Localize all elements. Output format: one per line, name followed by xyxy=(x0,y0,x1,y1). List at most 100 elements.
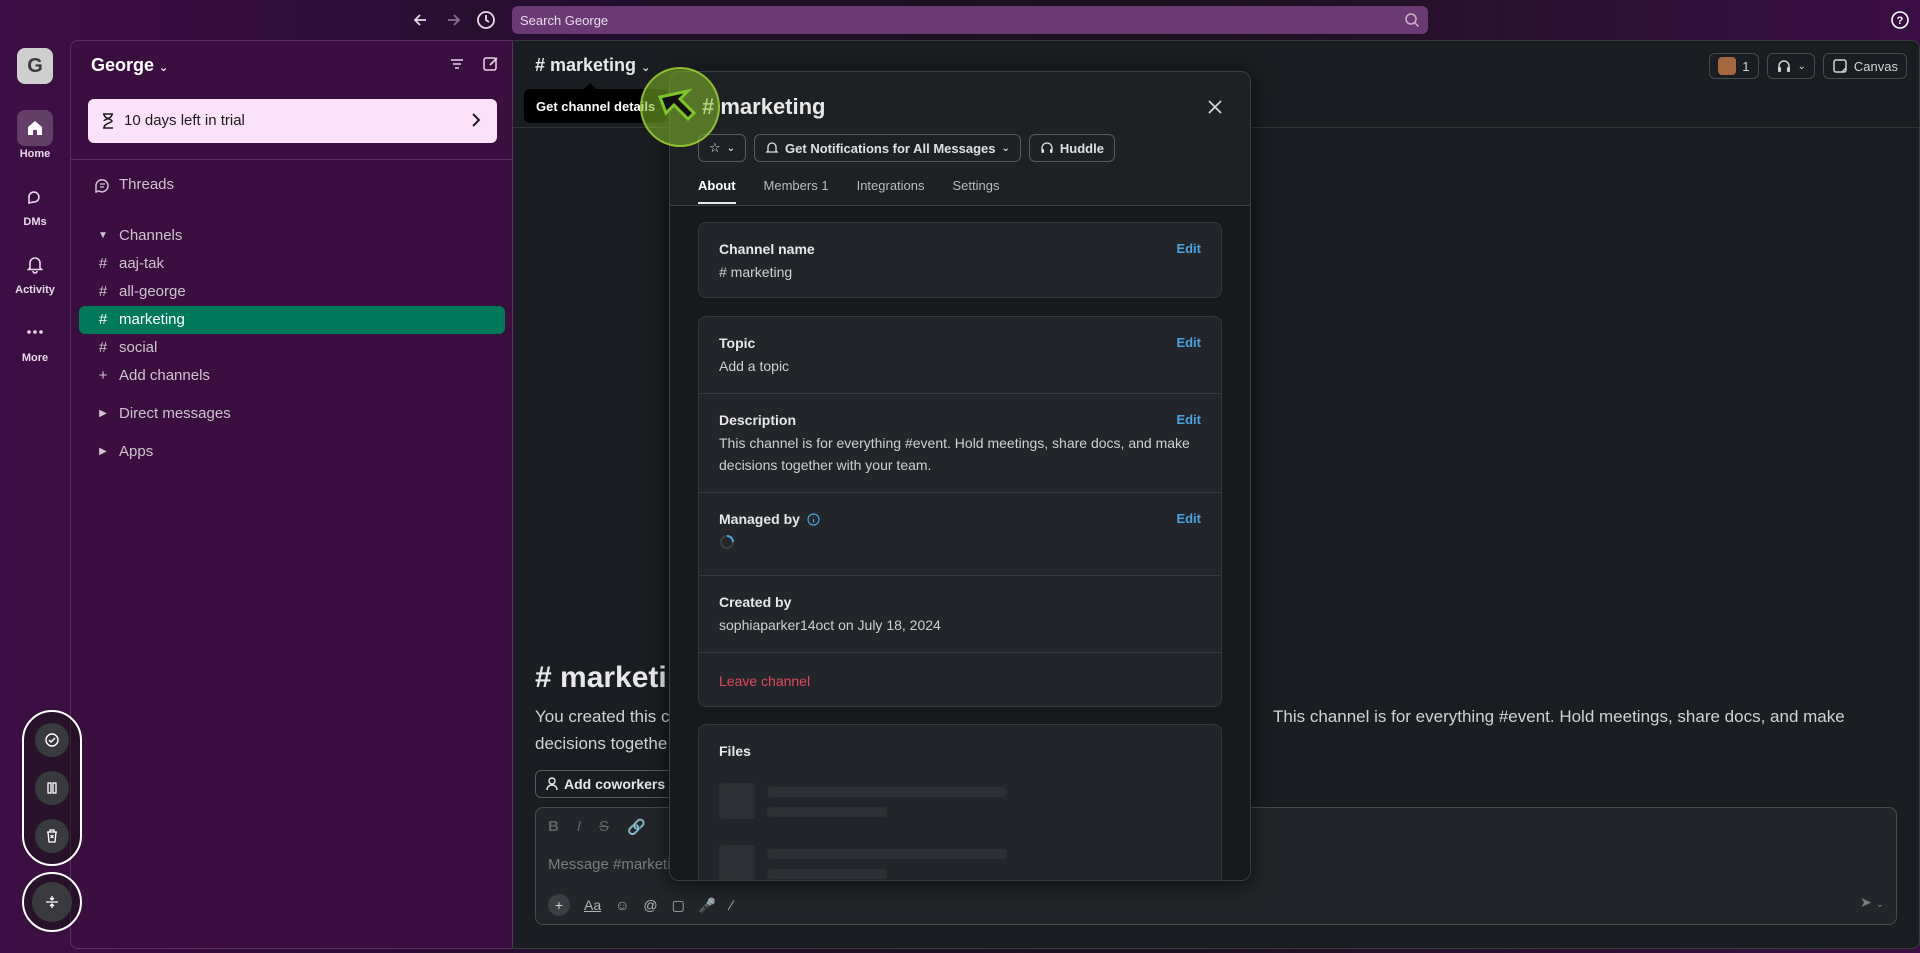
channel-title-button[interactable]: # marketing ⌄ xyxy=(535,55,650,76)
message-input[interactable]: Message #marketi xyxy=(548,856,671,873)
topic-value: Add a topic xyxy=(719,358,790,374)
add-channels-button[interactable]: + Add channels xyxy=(79,362,505,390)
channel-name-value: # marketing xyxy=(719,264,793,280)
chevron-down-icon: ⌄ xyxy=(159,62,169,74)
close-icon[interactable] xyxy=(1206,98,1224,116)
managed-by-text: Managed by xyxy=(719,511,800,527)
section-divider xyxy=(699,575,1221,576)
chevron-down-icon: ⌄ xyxy=(1797,60,1806,72)
files-card: Files xyxy=(698,724,1222,880)
sidebar-item-marketing[interactable]: # marketing xyxy=(79,306,505,334)
check-circle-icon[interactable] xyxy=(35,723,69,757)
help-icon[interactable]: ? xyxy=(1890,10,1910,30)
intro-line2: decisions togethe xyxy=(535,734,668,753)
filter-icon[interactable] xyxy=(448,55,466,73)
notifications-button[interactable]: Get Notifications for All Messages ⌄ xyxy=(754,134,1021,162)
huddle-label: Huddle xyxy=(1059,140,1104,156)
pause-icon[interactable] xyxy=(35,771,69,805)
rail-dms-label: DMs xyxy=(23,216,47,228)
modal-body: Channel name Edit # marketing Topic Edit… xyxy=(670,206,1250,880)
send-icon: ➤ xyxy=(1859,894,1872,910)
sidebar-item-all-george[interactable]: # all-george xyxy=(79,278,505,306)
mention-icon[interactable]: @ xyxy=(643,897,657,913)
more-icon xyxy=(17,314,53,350)
hash-icon: # xyxy=(98,339,108,356)
member-avatar xyxy=(1718,57,1737,75)
loading-spinner-icon xyxy=(719,534,735,550)
microphone-icon[interactable]: 🎤 xyxy=(699,897,716,914)
history-clock-icon[interactable] xyxy=(475,9,497,31)
recording-controls xyxy=(22,710,82,866)
video-icon[interactable]: ▢ xyxy=(672,897,685,914)
tab-members[interactable]: Members 1 xyxy=(764,178,829,204)
link-icon[interactable]: 🔗 xyxy=(627,818,646,836)
sidebar-item-label: social xyxy=(119,339,158,356)
section-divider xyxy=(699,393,1221,394)
add-person-icon xyxy=(546,777,560,791)
tab-about[interactable]: About xyxy=(698,178,736,204)
apps-section-toggle[interactable]: ▶ Apps xyxy=(79,438,505,466)
channels-section-toggle[interactable]: ▼ Channels xyxy=(79,222,505,250)
edit-description-link[interactable]: Edit xyxy=(1176,412,1201,427)
canvas-icon xyxy=(1832,58,1848,74)
rail-more[interactable]: More xyxy=(0,314,70,364)
intro-right: This channel is for everything #event. H… xyxy=(1273,707,1845,726)
sidebar-item-social[interactable]: # social xyxy=(79,334,505,362)
strikethrough-icon[interactable]: S xyxy=(599,818,609,836)
workspace-avatar[interactable]: G xyxy=(17,48,53,84)
sidebar-item-label: aaj-tak xyxy=(119,255,165,272)
chevron-right-icon xyxy=(469,111,483,129)
created-by-value: sophiaparker14oct on July 18, 2024 xyxy=(719,617,941,633)
add-coworkers-label: Add coworkers xyxy=(564,776,666,792)
leave-channel-link[interactable]: Leave channel xyxy=(719,673,810,689)
formatting-icon[interactable]: Aa xyxy=(584,897,601,913)
bold-icon[interactable]: B xyxy=(548,818,559,836)
rail-activity[interactable]: Activity xyxy=(0,246,70,296)
italic-icon[interactable]: I xyxy=(577,818,581,836)
search-placeholder: Search George xyxy=(520,13,609,28)
rail-dms[interactable]: DMs xyxy=(0,178,70,228)
tab-settings[interactable]: Settings xyxy=(953,178,1000,204)
info-icon[interactable] xyxy=(807,513,820,526)
edit-managed-by-link[interactable]: Edit xyxy=(1176,511,1201,526)
sidebar-item-label: Threads xyxy=(119,176,175,193)
back-arrow-icon[interactable] xyxy=(410,9,432,31)
direct-messages-section-toggle[interactable]: ▶ Direct messages xyxy=(79,400,505,428)
file-thumbnail-placeholder xyxy=(719,783,755,819)
forward-arrow-icon[interactable] xyxy=(442,9,464,31)
send-button[interactable]: ➤ ⌄ xyxy=(1860,894,1884,911)
channel-info-card: Topic Edit Add a topic Description Edit … xyxy=(698,316,1222,707)
members-count: 1 xyxy=(1742,58,1750,74)
section-divider xyxy=(699,492,1221,493)
svg-text:?: ? xyxy=(1897,15,1904,27)
collapse-recording-button[interactable] xyxy=(22,872,82,932)
canvas-button[interactable]: Canvas xyxy=(1822,53,1907,79)
members-button[interactable]: 1 xyxy=(1709,53,1759,79)
add-channels-label: Add channels xyxy=(119,367,210,384)
emoji-icon[interactable]: ☺ xyxy=(615,897,629,913)
huddle-button[interactable]: Huddle xyxy=(1028,134,1115,162)
sidebar-item-label: all-george xyxy=(119,283,186,300)
channels-header: Channels xyxy=(119,227,183,244)
trash-icon[interactable] xyxy=(35,819,69,853)
edit-channel-name-link[interactable]: Edit xyxy=(1176,241,1201,256)
search-bar[interactable]: Search George xyxy=(512,6,1428,34)
attach-plus-icon[interactable]: + xyxy=(548,894,570,916)
sidebar-item-aaj-tak[interactable]: # aaj-tak xyxy=(79,250,505,278)
huddle-toggle[interactable]: ⌄ xyxy=(1766,53,1815,79)
intro-left: You created this c xyxy=(535,707,670,726)
edit-topic-link[interactable]: Edit xyxy=(1176,335,1201,350)
file-thumbnail-placeholder xyxy=(719,845,755,880)
rail-home[interactable]: Home xyxy=(0,110,70,160)
sidebar-item-threads[interactable]: Threads xyxy=(79,171,505,199)
compose-icon[interactable] xyxy=(482,55,500,73)
managed-by-label: Managed by xyxy=(719,511,820,527)
workspace-name-menu[interactable]: George ⌄ xyxy=(91,55,168,76)
chevron-down-icon: ⌄ xyxy=(1875,899,1884,910)
shortcuts-icon[interactable]: ∕ xyxy=(730,897,732,913)
hourglass-icon xyxy=(100,112,116,130)
trial-banner[interactable]: 10 days left in trial xyxy=(88,99,497,143)
tab-integrations[interactable]: Integrations xyxy=(857,178,925,204)
chevron-down-icon: ⌄ xyxy=(1001,142,1010,154)
add-coworkers-button[interactable]: Add coworkers xyxy=(535,770,677,798)
